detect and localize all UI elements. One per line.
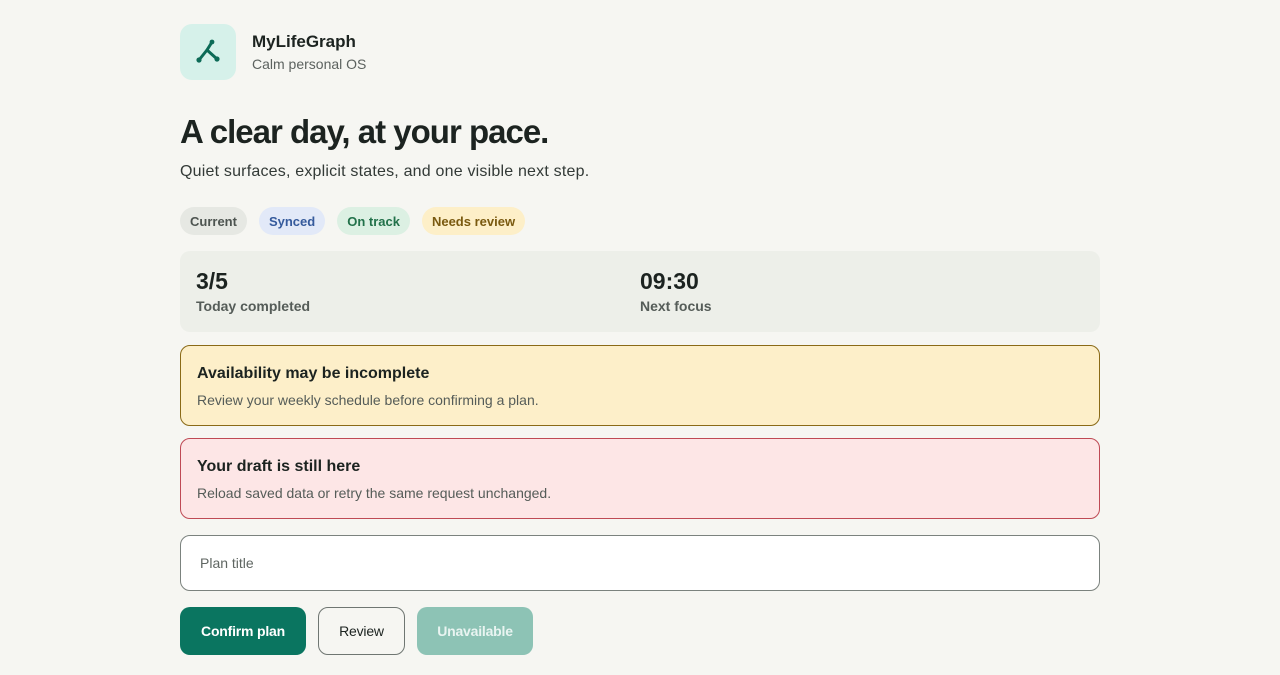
error-alert: Your draft is still here Reload saved da…	[180, 438, 1100, 519]
status-chip-synced: Synced	[258, 207, 326, 235]
review-button[interactable]: Review	[318, 607, 405, 655]
brand-text: MyLifeGraph Calm personal OS	[252, 31, 366, 73]
graph-line-icon	[196, 39, 220, 63]
action-bar: Confirm plan Review Unavailable	[180, 607, 1100, 655]
page-title: A clear day, at your pace.	[180, 113, 549, 150]
alert-title: Availability may be incomplete	[197, 365, 430, 382]
app-subtitle: Calm personal OS	[252, 56, 367, 72]
alert-body: Reload saved data or retry the same requ…	[197, 485, 552, 501]
app-logo	[180, 24, 236, 80]
stat-label: Next focus	[640, 298, 712, 314]
page-lede: Quiet surfaces, explicit states, and one…	[180, 163, 590, 180]
stat-next-focus: 09:30 Next focus	[640, 267, 1084, 332]
stat-label: Today completed	[196, 298, 311, 314]
alert-body: Review your weekly schedule before confi…	[197, 392, 539, 408]
brand-header: MyLifeGraph Calm personal OS	[180, 24, 1100, 80]
confirm-plan-button[interactable]: Confirm plan	[180, 607, 306, 655]
stat-today-completed: 3/5 Today completed	[196, 267, 640, 332]
stats-panel: 3/5 Today completed 09:30 Next focus	[180, 251, 1100, 332]
stat-value: 3/5	[196, 268, 228, 294]
app-name: MyLifeGraph	[252, 32, 356, 51]
status-chips: Current Synced On track Needs review	[180, 207, 1100, 235]
plan-title-input[interactable]	[180, 535, 1100, 591]
page-container: MyLifeGraph Calm personal OS A clear day…	[180, 24, 1100, 655]
status-chip-on-track: On track	[337, 207, 410, 235]
alert-title: Your draft is still here	[197, 458, 361, 475]
warning-alert: Availability may be incomplete Review yo…	[180, 345, 1100, 426]
status-chip-needs-review: Needs review	[421, 207, 526, 235]
status-chip-current: Current	[180, 207, 247, 235]
unavailable-button: Unavailable	[417, 607, 533, 655]
stat-value: 09:30	[640, 268, 699, 294]
